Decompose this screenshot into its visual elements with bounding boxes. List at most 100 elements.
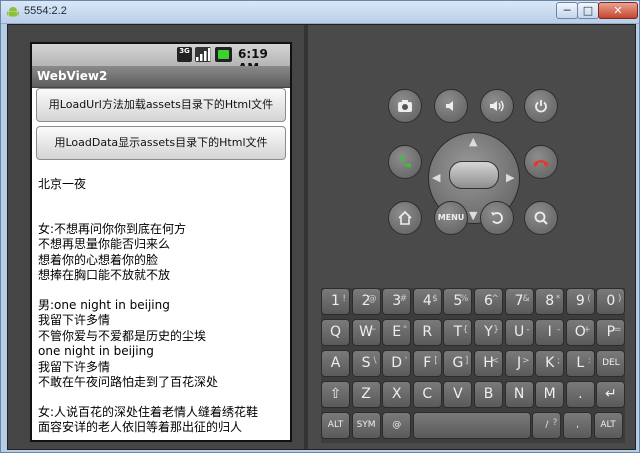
key-a[interactable]: A bbox=[321, 350, 350, 377]
key-u[interactable]: U- bbox=[504, 319, 534, 346]
key-z[interactable]: Z bbox=[351, 381, 381, 408]
key-d[interactable]: D ' bbox=[382, 350, 412, 377]
key-label: N bbox=[513, 386, 525, 402]
key-2[interactable]: 2 @ bbox=[351, 288, 381, 315]
search-button[interactable] bbox=[524, 201, 558, 235]
key-8[interactable]: 8 * bbox=[535, 288, 565, 315]
load-url-button[interactable]: 用LoadUrl方法加载assets目录下的Html文件 bbox=[36, 88, 286, 122]
load-data-button[interactable]: 用LoadData显示assets目录下的Html文件 bbox=[36, 126, 286, 160]
key-v[interactable]: V bbox=[443, 381, 473, 408]
home-button[interactable] bbox=[388, 201, 422, 235]
key-sym[interactable]: SYM bbox=[351, 412, 381, 439]
key-1[interactable]: 1! bbox=[321, 288, 350, 315]
key-space[interactable] bbox=[412, 412, 531, 439]
key-c[interactable]: C bbox=[412, 381, 442, 408]
key-label: M bbox=[543, 386, 556, 402]
key-t[interactable]: T{ bbox=[443, 319, 473, 346]
key-s[interactable]: S \ bbox=[351, 350, 381, 377]
key-i[interactable]: I- bbox=[535, 319, 565, 346]
key-k[interactable]: K; bbox=[535, 350, 565, 377]
key-alt[interactable]: ALT bbox=[321, 412, 350, 439]
close-button[interactable]: ✕ bbox=[598, 2, 638, 19]
key-j[interactable]: J > bbox=[504, 350, 534, 377]
key-x[interactable]: X bbox=[382, 381, 412, 408]
volume-down-button[interactable] bbox=[434, 89, 468, 123]
key-y[interactable]: Y} bbox=[474, 319, 503, 346]
key-del[interactable]: DEL bbox=[596, 350, 626, 377]
key-5[interactable]: 5% bbox=[443, 288, 473, 315]
dpad-left-icon[interactable]: ◀ bbox=[432, 171, 440, 184]
key-.[interactable]: . bbox=[565, 381, 595, 408]
dpad-up-icon[interactable]: ▲ bbox=[469, 135, 477, 148]
key-n[interactable]: N bbox=[504, 381, 534, 408]
key-/[interactable]: /? bbox=[532, 412, 562, 439]
poem-heading: 北京一夜 bbox=[38, 177, 87, 191]
webview-content[interactable]: 北京一夜 女:不想再问你你到底在何方 不想再思量你能否归来么 想着你的心想着你的… bbox=[38, 177, 288, 436]
key-0[interactable]: 0) bbox=[596, 288, 626, 315]
key-⇧[interactable]: ⇧ bbox=[321, 381, 350, 408]
key-,[interactable]: , bbox=[563, 412, 592, 439]
key-label: ⇧ bbox=[329, 386, 342, 402]
key-o[interactable]: O + bbox=[565, 319, 595, 346]
key-alt-label: $ bbox=[432, 294, 438, 304]
key-↵[interactable]: ↵ bbox=[596, 381, 626, 408]
end-call-button[interactable] bbox=[524, 145, 558, 179]
menu-button[interactable]: MENU bbox=[434, 201, 468, 235]
key-label: 4 bbox=[422, 293, 432, 309]
dpad-right-icon[interactable]: ▶ bbox=[506, 171, 514, 184]
key-g[interactable]: G] bbox=[443, 350, 473, 377]
maximize-button[interactable]: □ bbox=[577, 2, 599, 19]
key-label: E bbox=[392, 324, 402, 340]
key-l[interactable]: L: bbox=[565, 350, 595, 377]
key-label: ALT bbox=[327, 420, 344, 430]
key-alt-label: \ bbox=[373, 356, 377, 366]
home-icon bbox=[398, 210, 412, 225]
poem-line: one night in beijing bbox=[38, 344, 154, 358]
power-button[interactable] bbox=[524, 89, 558, 123]
key-alt-label: # bbox=[399, 294, 408, 304]
key-e[interactable]: E " bbox=[382, 319, 412, 346]
key-alt-label: ( bbox=[587, 294, 591, 304]
key-label: ALT bbox=[600, 420, 616, 430]
key-3[interactable]: 3 # bbox=[382, 288, 412, 315]
key-@[interactable]: @ bbox=[382, 412, 412, 439]
key-f[interactable]: F[ bbox=[412, 350, 442, 377]
key-4[interactable]: 4 $ bbox=[412, 288, 442, 315]
minimize-button[interactable]: ─ bbox=[556, 2, 578, 19]
call-button[interactable] bbox=[388, 145, 422, 179]
key-label: 0 bbox=[606, 293, 616, 309]
key-label: 1 bbox=[331, 293, 340, 309]
poem-line: 不想再思量你能否归来么 bbox=[38, 237, 171, 251]
key-9[interactable]: 9( bbox=[565, 288, 595, 315]
key-q[interactable]: Q bbox=[321, 319, 350, 346]
call-icon bbox=[400, 156, 411, 168]
key-w[interactable]: W ~ bbox=[351, 319, 381, 346]
key-6[interactable]: 6 ^ bbox=[474, 288, 503, 315]
poem-line: 想着你的心想着你的脸 bbox=[38, 252, 159, 267]
volume-up-button[interactable] bbox=[480, 89, 514, 123]
key-alt-label: ; bbox=[557, 356, 561, 366]
app-title-bar: WebView2 bbox=[32, 66, 290, 88]
phone-screen[interactable]: 3G 6:19 AM WebView2 用LoadUrl方法加载assets目录… bbox=[30, 42, 292, 442]
volume-down-icon bbox=[446, 101, 453, 111]
dpad-center-button[interactable] bbox=[449, 161, 499, 189]
back-button[interactable] bbox=[480, 201, 514, 235]
dpad-down-icon[interactable]: ▼ bbox=[469, 209, 477, 222]
key-alt-label: < bbox=[491, 356, 499, 366]
key-h[interactable]: H < bbox=[474, 350, 503, 377]
key-p[interactable]: P = bbox=[596, 319, 626, 346]
key-alt-label: : bbox=[587, 356, 591, 366]
key-label: V bbox=[453, 386, 463, 402]
key-alt-label: ' bbox=[404, 356, 408, 366]
key-b[interactable]: B bbox=[474, 381, 503, 408]
app-title: WebView2 bbox=[37, 69, 108, 83]
key-alt-label: } bbox=[493, 325, 499, 335]
title-bar[interactable]: 5554:2.2 ─ □ ✕ bbox=[1, 1, 639, 24]
camera-button[interactable] bbox=[388, 89, 422, 123]
key-label: L bbox=[576, 355, 585, 371]
key-label: @ bbox=[392, 420, 402, 430]
key-alt[interactable]: ALT bbox=[593, 412, 623, 439]
key-m[interactable]: M bbox=[535, 381, 565, 408]
key-7[interactable]: 7 & bbox=[504, 288, 534, 315]
key-r[interactable]: R bbox=[412, 319, 442, 346]
